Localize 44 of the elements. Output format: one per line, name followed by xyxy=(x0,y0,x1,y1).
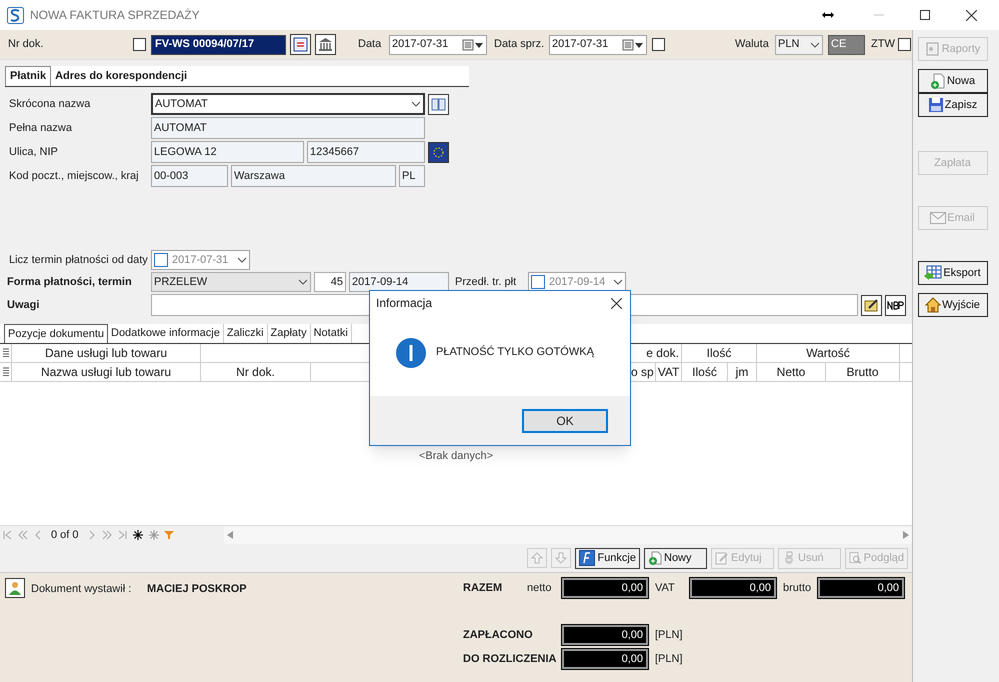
field-label: VAT xyxy=(654,580,676,596)
column-header: Nazwa usługi lub towaru xyxy=(12,363,201,381)
field-label: Data sprz. xyxy=(494,37,546,52)
field-label: RAZEM xyxy=(463,580,504,596)
field-label: Pełna nazwa xyxy=(8,120,73,136)
field-label: Dokument wystawił : xyxy=(31,582,132,597)
amount-field: 0,00 xyxy=(562,625,648,645)
column-header: Ilość xyxy=(682,363,728,381)
field-label: ZTW xyxy=(871,37,896,52)
column-header: Brutto xyxy=(826,363,900,381)
field-label: Nr dok. xyxy=(8,37,44,52)
amount-field: 0,00 xyxy=(562,578,648,598)
column-header: Netto xyxy=(757,363,826,381)
field-label: Ulica, NIP xyxy=(8,144,59,160)
currency-code-field: CE xyxy=(828,34,865,54)
amount-field: 0,00 xyxy=(818,578,904,598)
column-header: jm xyxy=(728,363,757,381)
dialog-message: PŁATNOŚĆ TYLKO GOTÓWKĄ xyxy=(436,344,594,360)
field-label: DO ROZLICZENIA xyxy=(463,652,558,667)
column-header: Nr dok. xyxy=(201,363,311,381)
field-label: ZAPŁACONO xyxy=(463,628,534,643)
field-label: Waluta xyxy=(735,37,770,52)
currency-label: [PLN] xyxy=(654,628,683,643)
field-label: Uwagi xyxy=(6,298,40,313)
amount-field: 0,00 xyxy=(562,649,648,669)
field-label: netto xyxy=(527,580,552,596)
column-group-header: Dane usługi lub towaru xyxy=(12,344,201,362)
field-label: Licz termin płatności od daty xyxy=(8,252,148,268)
empty-table-message: <Brak danych> xyxy=(419,449,493,464)
field-label: Przedł. tr. płt xyxy=(455,274,518,290)
dialog-title: Informacja xyxy=(376,295,432,312)
field-label: Kod poczt., miejscow., kraj xyxy=(8,168,140,184)
issuer-name: MACIEJ POSKROP xyxy=(147,582,247,597)
currency-label: [PLN] xyxy=(654,652,683,667)
window-title: NOWA FAKTURA SPRZEDAŻY xyxy=(30,7,200,24)
field-label: Data xyxy=(358,37,382,52)
field-label: Forma płatności, termin xyxy=(6,274,133,290)
field-label: brutto xyxy=(782,580,812,596)
amount-field: 0,00 xyxy=(690,578,776,598)
column-group-header: Ilość xyxy=(682,344,757,362)
column-header: VAT xyxy=(656,363,682,381)
record-counter: 0 of 0 xyxy=(50,528,80,543)
field-label: Skrócona nazwa xyxy=(8,96,92,112)
column-group-header: Wartość xyxy=(757,344,900,362)
